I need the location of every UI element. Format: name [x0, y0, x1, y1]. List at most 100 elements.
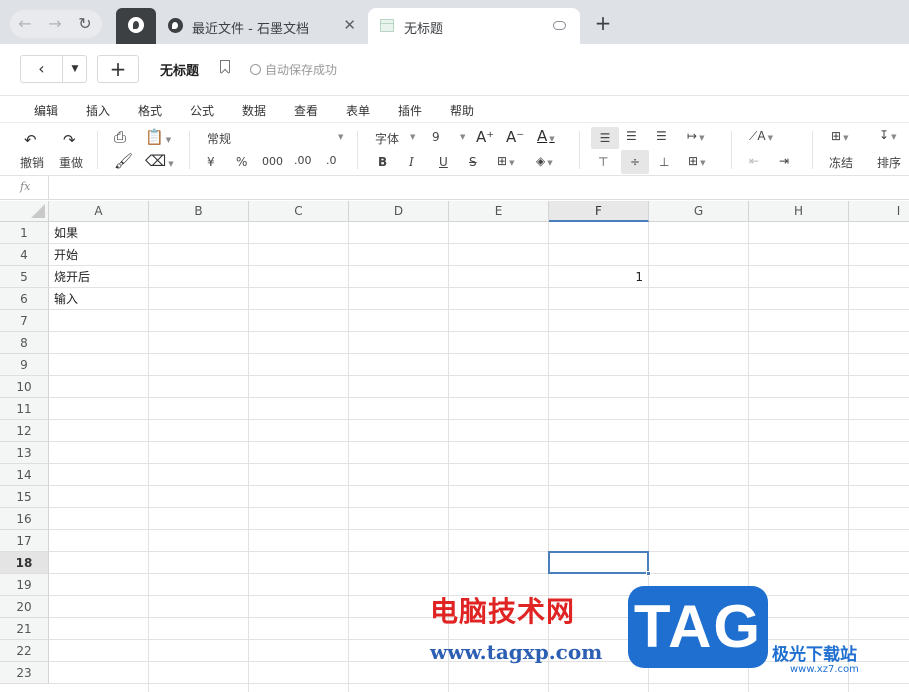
row-header-22[interactable]: 22: [0, 640, 49, 662]
chevron-down-icon[interactable]: ▼: [338, 133, 343, 141]
cell-a4[interactable]: 开始: [54, 244, 78, 266]
new-tab-button[interactable]: +: [592, 12, 614, 34]
eraser-icon[interactable]: ⌫ ▼: [145, 152, 174, 170]
paste-icon[interactable]: 📋 ▼: [145, 128, 171, 146]
row-header-11[interactable]: 11: [0, 398, 49, 420]
close-icon[interactable]: ✕: [343, 16, 356, 34]
column-header-b[interactable]: B: [149, 201, 249, 222]
font-size-select[interactable]: 9: [432, 130, 440, 144]
undo-icon[interactable]: ↶: [24, 131, 37, 149]
column-header-c[interactable]: C: [249, 201, 349, 222]
strikethrough-icon[interactable]: S: [469, 155, 477, 169]
row-header-16[interactable]: 16: [0, 508, 49, 530]
italic-icon[interactable]: I: [409, 155, 414, 169]
menu-insert[interactable]: 插入: [86, 102, 110, 119]
app-home-tab[interactable]: [116, 8, 156, 44]
tab-recent-files[interactable]: 最近文件 - 石墨文档 ✕: [160, 8, 366, 44]
decrease-decimal-button[interactable]: .00: [294, 154, 312, 167]
font-size-increase-icon[interactable]: A⁺: [476, 128, 494, 146]
menu-data[interactable]: 数据: [242, 102, 266, 119]
row-header-6[interactable]: 6: [0, 288, 49, 310]
cell-a5[interactable]: 烧开后: [54, 266, 90, 288]
menu-edit[interactable]: 编辑: [34, 102, 58, 119]
chevron-down-icon[interactable]: ▼: [460, 133, 465, 141]
column-header-e[interactable]: E: [449, 201, 549, 222]
chevron-down-icon[interactable]: ▼: [64, 56, 86, 82]
merge-cells-icon[interactable]: ⊞ ▼: [688, 154, 705, 168]
cell-a1[interactable]: 如果: [54, 222, 78, 244]
row-header-4[interactable]: 4: [0, 244, 49, 266]
select-all-corner[interactable]: [0, 201, 49, 222]
row-header-15[interactable]: 15: [0, 486, 49, 508]
menu-view[interactable]: 查看: [294, 102, 318, 119]
reload-icon[interactable]: ↻: [74, 13, 96, 35]
new-document-button[interactable]: +: [97, 55, 139, 83]
chevron-down-icon[interactable]: ▼: [410, 133, 415, 141]
fill-color-icon[interactable]: ◈ ▼: [536, 154, 553, 168]
row-header-1[interactable]: 1: [0, 222, 49, 244]
row-header-18[interactable]: 18: [0, 552, 49, 574]
row-header-7[interactable]: 7: [0, 310, 49, 332]
tab-untitled[interactable]: 无标题: [368, 8, 580, 44]
freeze-label[interactable]: 冻结: [829, 154, 853, 171]
column-header-h[interactable]: H: [749, 201, 849, 222]
currency-button[interactable]: ¥: [207, 155, 215, 169]
row-header-20[interactable]: 20: [0, 596, 49, 618]
outdent-icon[interactable]: ⇤: [749, 154, 759, 168]
increase-decimal-button[interactable]: .0: [326, 154, 337, 167]
freeze-icon[interactable]: ⊞ ▼: [831, 129, 848, 143]
valign-middle-icon[interactable]: ÷: [621, 150, 649, 174]
redo-label[interactable]: 重做: [59, 154, 83, 171]
percent-button[interactable]: %: [236, 155, 247, 169]
underline-icon[interactable]: U: [439, 155, 448, 169]
row-header-19[interactable]: 19: [0, 574, 49, 596]
align-right-icon[interactable]: ☰: [656, 129, 667, 143]
indent-icon[interactable]: ⇥: [779, 154, 789, 168]
font-family-select[interactable]: 字体: [375, 130, 399, 147]
row-header-14[interactable]: 14: [0, 464, 49, 486]
sort-label[interactable]: 排序: [877, 154, 901, 171]
row-header-10[interactable]: 10: [0, 376, 49, 398]
text-rotate-icon[interactable]: ⟋A ▼: [749, 129, 773, 144]
forward-arrow-icon[interactable]: →: [44, 13, 66, 35]
row-header-12[interactable]: 12: [0, 420, 49, 442]
column-header-d[interactable]: D: [349, 201, 449, 222]
menu-form[interactable]: 表单: [346, 102, 370, 119]
row-header-23[interactable]: 23: [0, 662, 49, 684]
undo-label[interactable]: 撤销: [20, 154, 44, 171]
border-icon[interactable]: ⊞ ▼: [497, 154, 514, 168]
valign-top-icon[interactable]: ⊤: [598, 155, 608, 169]
cell-a6[interactable]: 输入: [54, 288, 78, 310]
menu-plugins[interactable]: 插件: [398, 102, 422, 119]
row-header-13[interactable]: 13: [0, 442, 49, 464]
thousands-separator-button[interactable]: 000: [262, 155, 283, 168]
column-header-g[interactable]: G: [649, 201, 749, 222]
number-format-select[interactable]: 常规: [207, 130, 231, 147]
text-wrap-icon[interactable]: ↦ ▼: [687, 129, 704, 143]
menu-format[interactable]: 格式: [138, 102, 162, 119]
row-header-17[interactable]: 17: [0, 530, 49, 552]
column-header-a[interactable]: A: [49, 201, 149, 222]
align-left-icon[interactable]: ☰: [591, 127, 619, 149]
row-header-21[interactable]: 21: [0, 618, 49, 640]
column-header-i[interactable]: I: [849, 201, 909, 222]
row-header-5[interactable]: 5: [0, 266, 49, 288]
cell-f5[interactable]: 1: [549, 266, 643, 288]
menu-formula[interactable]: 公式: [190, 102, 214, 119]
fill-handle[interactable]: [646, 571, 651, 576]
font-size-decrease-icon[interactable]: A⁻: [506, 128, 524, 146]
row-header-8[interactable]: 8: [0, 332, 49, 354]
redo-icon[interactable]: ↷: [63, 131, 76, 149]
bold-icon[interactable]: B: [378, 155, 387, 169]
back-button[interactable]: ‹: [21, 56, 63, 82]
column-header-f[interactable]: F: [549, 201, 649, 222]
bookmark-icon[interactable]: [220, 60, 230, 73]
font-color-icon[interactable]: A ▼: [537, 127, 555, 145]
sort-icon[interactable]: ↧ ▼: [879, 128, 896, 142]
format-painter-icon[interactable]: 🖌: [114, 152, 133, 170]
valign-bottom-icon[interactable]: ⊥: [659, 155, 669, 169]
back-arrow-icon[interactable]: ←: [14, 13, 36, 35]
menu-help[interactable]: 帮助: [450, 102, 474, 119]
print-icon[interactable]: ⎙: [114, 128, 126, 146]
align-center-icon[interactable]: ☰: [626, 129, 637, 143]
